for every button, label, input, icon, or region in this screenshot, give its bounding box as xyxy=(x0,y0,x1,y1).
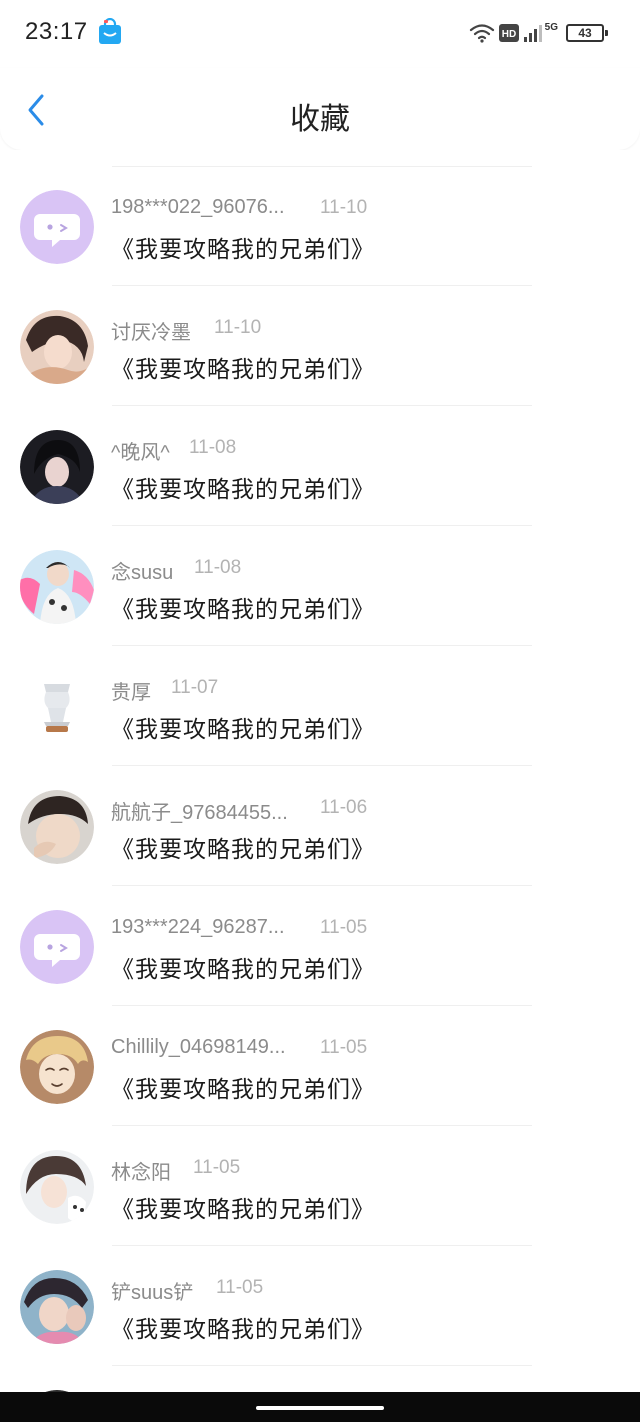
item-date: 11-05 xyxy=(216,1277,264,1298)
user-photo-avatar xyxy=(20,790,94,864)
item-date: 11-06 xyxy=(320,797,368,818)
list-item[interactable]: 林念阳 11-05 《我要攻略我的兄弟们》 xyxy=(0,1126,640,1246)
svg-text:HD: HD xyxy=(501,29,515,40)
user-name: Chillily_04698149... xyxy=(111,1036,286,1058)
battery-icon: 43 xyxy=(566,24,608,42)
book-title[interactable]: 《我要攻略我的兄弟们》 xyxy=(111,350,375,384)
list-item[interactable]: ^晚风^ 11-08 《我要攻略我的兄弟们》 xyxy=(0,406,640,526)
item-date: 11-08 xyxy=(189,437,237,458)
user-photo-avatar xyxy=(20,550,94,624)
statue-avatar xyxy=(20,670,94,744)
home-indicator[interactable] xyxy=(256,1406,384,1410)
navigation-bar xyxy=(0,1392,640,1422)
item-date: 11-05 xyxy=(320,917,368,938)
wifi-icon xyxy=(469,24,494,43)
user-name: 林念阳 xyxy=(111,1162,171,1184)
book-title[interactable]: 《我要攻略我的兄弟们》 xyxy=(111,470,375,504)
network-label: 5G xyxy=(544,21,558,33)
list-item[interactable]: 念susu 11-08 《我要攻略我的兄弟们》 xyxy=(0,526,640,646)
book-title[interactable]: 《我要攻略我的兄弟们》 xyxy=(111,830,375,864)
shopping-bag-icon xyxy=(99,18,121,44)
book-title[interactable]: 《我要攻略我的兄弟们》 xyxy=(111,950,375,984)
item-date: 11-10 xyxy=(214,317,262,338)
item-date: 11-05 xyxy=(193,1157,241,1178)
user-name: 讨厌冷墨 xyxy=(111,322,191,344)
book-title[interactable]: 《我要攻略我的兄弟们》 xyxy=(111,1310,375,1344)
list-item[interactable]: 航航子_97684455... 11-06 《我要攻略我的兄弟们》 xyxy=(0,766,640,886)
default-chat-avatar xyxy=(20,190,94,264)
user-photo-avatar xyxy=(20,310,94,384)
anime-avatar xyxy=(20,1030,94,1104)
status-bar: 23:17 HD 5G 43 xyxy=(0,0,640,68)
list-item[interactable]: 贵厚 11-07 《我要攻略我的兄弟们》 xyxy=(0,646,640,766)
default-chat-avatar xyxy=(20,910,94,984)
list-item[interactable]: 讨厌冷墨 11-10 《我要攻略我的兄弟们》 xyxy=(0,286,640,406)
book-title[interactable]: 《我要攻略我的兄弟们》 xyxy=(111,230,375,264)
book-title[interactable]: 《我要攻略我的兄弟们》 xyxy=(111,1190,375,1224)
status-icons: HD 5G 43 xyxy=(469,21,608,44)
user-name: 贵厚 xyxy=(111,682,151,704)
favorites-list[interactable]: 198***022_96076... 11-10 《我要攻略我的兄弟们》 讨厌冷… xyxy=(0,150,640,1392)
item-date: 11-10 xyxy=(320,197,368,218)
page-title: 收藏 xyxy=(290,103,350,136)
list-item[interactable]: 铲suus铲 11-05 《我要攻略我的兄弟们》 xyxy=(0,1246,640,1366)
user-name: ^晚风^ xyxy=(111,442,170,464)
user-name: 念susu xyxy=(111,562,174,584)
book-title[interactable]: 《我要攻略我的兄弟们》 xyxy=(111,710,375,744)
battery-level: 43 xyxy=(578,26,592,40)
hd-icon: HD xyxy=(498,24,519,42)
book-title[interactable]: 《我要攻略我的兄弟们》 xyxy=(111,1070,375,1104)
item-date: 11-08 xyxy=(194,557,242,578)
user-name: 铲suus铲 xyxy=(111,1282,194,1304)
user-photo-avatar xyxy=(20,430,94,504)
status-time: 23:17 xyxy=(25,18,88,45)
book-title[interactable]: 《我要攻略我的兄弟们》 xyxy=(111,590,375,624)
user-photo-avatar xyxy=(20,1270,94,1344)
item-date: 11-05 xyxy=(320,1037,368,1058)
list-item[interactable]: Chillily_04698149... 11-05 《我要攻略我的兄弟们》 xyxy=(0,1006,640,1126)
item-date: 11-07 xyxy=(171,677,219,698)
user-name: 198***022_96076... xyxy=(111,196,285,218)
list-item[interactable]: 198***022_96076... 11-10 《我要攻略我的兄弟们》 xyxy=(0,166,640,286)
nav-header: 收藏 xyxy=(0,68,640,150)
signal-icon xyxy=(523,25,542,42)
user-photo-avatar xyxy=(20,1150,94,1224)
list-item[interactable]: 193***224_96287... 11-05 《我要攻略我的兄弟们》 xyxy=(0,886,640,1006)
user-name: 航航子_97684455... xyxy=(111,802,288,824)
user-name: 193***224_96287... xyxy=(111,916,285,938)
list-item[interactable] xyxy=(0,1366,640,1392)
